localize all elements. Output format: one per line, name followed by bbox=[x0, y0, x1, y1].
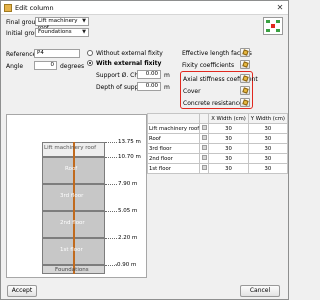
table-row[interactable]: Roof 30 30 bbox=[146, 133, 289, 144]
angle-unit: degrees bbox=[60, 63, 85, 70]
reference-label: Reference bbox=[6, 51, 37, 58]
initial-group-value: Foundations bbox=[38, 29, 72, 35]
angle-input[interactable]: 0 bbox=[34, 61, 57, 70]
without-fixity-label: Without external fixity bbox=[96, 50, 163, 57]
pencil-icon bbox=[242, 75, 249, 82]
table-row[interactable]: Lift machinery roof 30 30 bbox=[146, 123, 289, 134]
row-name: 3rd floor bbox=[146, 143, 201, 154]
level-name: 2nd floor bbox=[60, 220, 85, 226]
y-width-cell[interactable]: 30 bbox=[247, 153, 289, 164]
elevation-value: 13.75 m bbox=[118, 139, 141, 145]
x-width-cell[interactable]: 30 bbox=[208, 153, 249, 164]
chevron-down-icon: ▼ bbox=[82, 29, 86, 35]
column-bar bbox=[73, 142, 75, 274]
edit-effective-length-button[interactable] bbox=[240, 48, 250, 57]
edit-cover-button[interactable] bbox=[240, 86, 250, 95]
chevron-down-icon: ▼ bbox=[82, 18, 86, 24]
support-change-unit: m bbox=[164, 72, 170, 79]
row-name: 1st floor bbox=[146, 163, 201, 174]
pencil-icon bbox=[242, 61, 249, 68]
row-checkbox[interactable] bbox=[199, 143, 210, 154]
edit-concrete-resistance-button[interactable] bbox=[240, 98, 250, 107]
depth-input[interactable]: 0.00 bbox=[137, 82, 161, 91]
angle-label: Angle bbox=[6, 63, 24, 70]
level-name: Foundations bbox=[55, 267, 89, 273]
pencil-icon bbox=[242, 87, 249, 94]
x-width-cell[interactable]: 30 bbox=[208, 133, 249, 144]
plan-view-icon[interactable] bbox=[263, 17, 283, 35]
edit-column-dialog: Edit column ✕ Final group: Lift machiner… bbox=[0, 0, 289, 300]
level-line bbox=[105, 184, 117, 185]
elevation-value: 5.05 m bbox=[118, 208, 138, 214]
row-name: Roof bbox=[146, 133, 201, 144]
pencil-icon bbox=[242, 99, 249, 106]
level-line bbox=[105, 157, 117, 158]
option-label-fixity-coefficients: Fixity coefficients bbox=[182, 62, 235, 69]
elevation-value: 2.20 m bbox=[118, 235, 138, 241]
reference-input[interactable]: P4 bbox=[34, 49, 80, 58]
pencil-icon bbox=[242, 49, 249, 56]
table-row[interactable]: 3rd floor 30 30 bbox=[146, 143, 289, 154]
option-label-concrete-resistance: Concrete resistance bbox=[183, 100, 243, 107]
y-width-cell[interactable]: 30 bbox=[247, 133, 289, 144]
row-name: Lift machinery roof bbox=[146, 123, 201, 134]
with-fixity-label: With external fixity bbox=[96, 60, 162, 67]
table-header-y-width: Y Width (cm) bbox=[247, 113, 289, 124]
with-fixity-radio[interactable] bbox=[87, 60, 93, 66]
column-dimensions-table: X Width (cm) Y Width (cm) Lift machinery… bbox=[146, 113, 289, 174]
table-header bbox=[146, 113, 201, 124]
app-icon bbox=[4, 4, 12, 12]
option-label-cover: Cover bbox=[183, 88, 201, 95]
title-bar: Edit column ✕ bbox=[1, 1, 288, 15]
row-checkbox[interactable] bbox=[199, 163, 210, 174]
level-line bbox=[105, 142, 117, 143]
accept-button[interactable]: Accept bbox=[7, 285, 37, 297]
initial-group-select[interactable]: Foundations ▼ bbox=[35, 28, 89, 37]
y-width-cell[interactable]: 30 bbox=[247, 123, 289, 134]
x-width-cell[interactable]: 30 bbox=[208, 143, 249, 154]
y-width-cell[interactable]: 30 bbox=[247, 163, 289, 174]
table-header-row: X Width (cm) Y Width (cm) bbox=[146, 113, 289, 124]
y-width-cell[interactable]: 30 bbox=[247, 143, 289, 154]
final-group-select[interactable]: Lift machinery roof ▼ bbox=[35, 17, 89, 31]
depth-unit: m bbox=[164, 84, 170, 91]
cancel-button[interactable]: Cancel bbox=[240, 285, 280, 297]
table-row[interactable]: 1st floor 30 30 bbox=[146, 163, 289, 174]
level-name: Roof bbox=[65, 166, 78, 172]
row-checkbox[interactable] bbox=[199, 133, 210, 144]
level-name: 1st floor bbox=[60, 247, 83, 253]
level-name: Lift machinery roof bbox=[44, 145, 97, 151]
edit-fixity-coefficients-button[interactable] bbox=[240, 60, 250, 69]
window-title: Edit column bbox=[15, 4, 54, 12]
table-row[interactable]: 2nd floor 30 30 bbox=[146, 153, 289, 164]
level-line bbox=[105, 211, 117, 212]
edit-axial-stiffness-button[interactable] bbox=[240, 74, 250, 83]
level-line bbox=[105, 238, 117, 239]
support-change-input[interactable]: 0.00 bbox=[137, 70, 161, 79]
level-name: 3rd floor bbox=[60, 193, 84, 199]
row-checkbox[interactable] bbox=[199, 123, 210, 134]
close-icon[interactable]: ✕ bbox=[274, 3, 286, 13]
column-elevation-drawing: Lift machinery roof Roof 3rd floor 2nd f… bbox=[6, 114, 147, 278]
x-width-cell[interactable]: 30 bbox=[208, 163, 249, 174]
table-header-x-width: X Width (cm) bbox=[208, 113, 249, 124]
elevation-value: 7.90 m bbox=[118, 181, 138, 187]
table-header bbox=[199, 113, 210, 124]
x-width-cell[interactable]: 30 bbox=[208, 123, 249, 134]
elevation-value: -0.90 m bbox=[115, 262, 137, 268]
row-name: 2nd floor bbox=[146, 153, 201, 164]
without-fixity-radio[interactable] bbox=[87, 50, 93, 56]
elevation-value: 10.70 m bbox=[118, 154, 141, 160]
row-checkbox[interactable] bbox=[199, 153, 210, 164]
